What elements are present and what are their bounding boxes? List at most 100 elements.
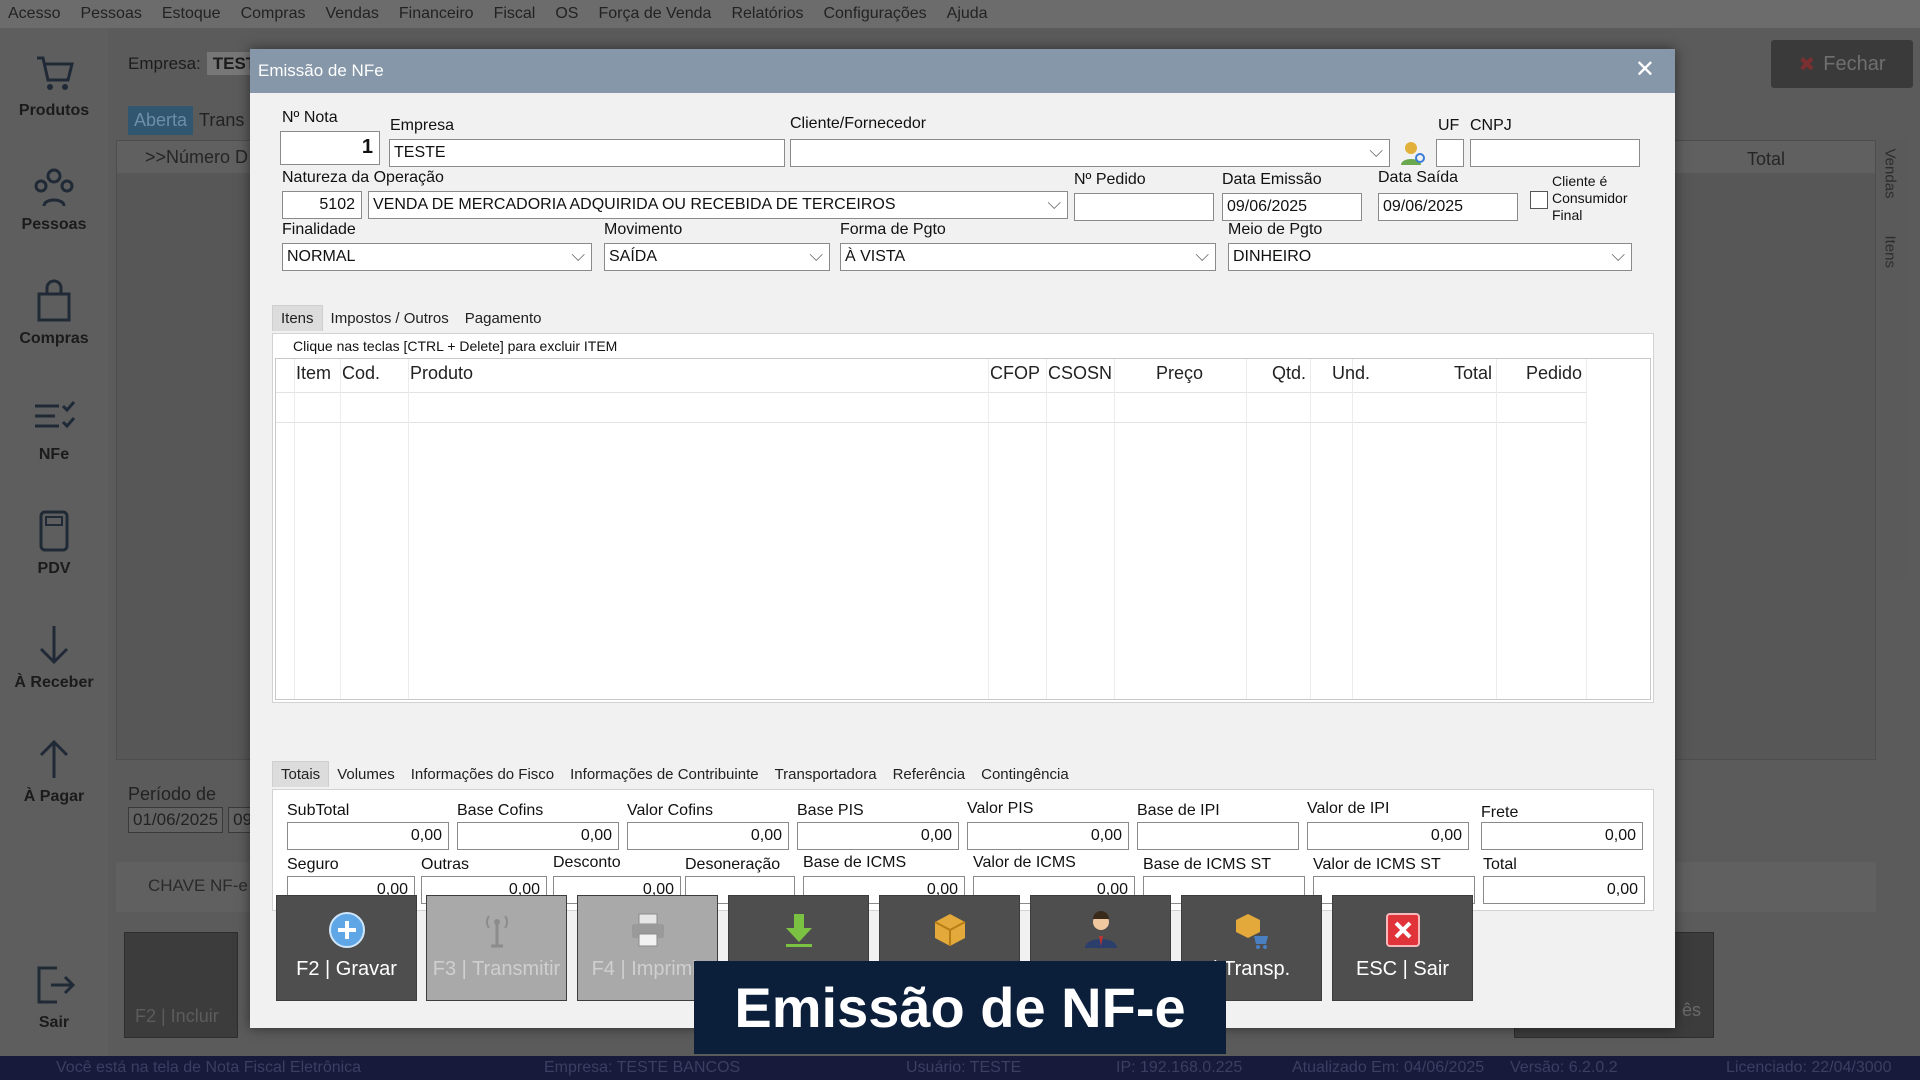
- close-red-icon: [1385, 913, 1420, 947]
- status-licenciado: Licenciado: 22/04/3000: [1726, 1059, 1892, 1076]
- side-tab-itens[interactable]: Itens: [1882, 236, 1899, 272]
- movimento-select[interactable]: SAÍDA: [604, 243, 830, 271]
- person-search-icon[interactable]: [1399, 139, 1427, 167]
- column-header-cfop[interactable]: CFOP: [990, 363, 1040, 384]
- tab-outros[interactable]: / Outros: [393, 306, 456, 331]
- base-ipi-field[interactable]: [1137, 822, 1299, 850]
- frete-field[interactable]: 0,00: [1481, 822, 1643, 850]
- tab-contingencia[interactable]: Contingência: [973, 762, 1077, 787]
- sidebar-item-produtos[interactable]: Produtos: [0, 50, 108, 120]
- menu-financeiro[interactable]: Financeiro: [399, 5, 474, 23]
- totals-panel: SubTotal 0,00 Base Cofins 0,00 Valor Cof…: [272, 789, 1654, 911]
- meio-label: Meio de Pgto: [1228, 221, 1323, 238]
- consumidor-final-checkbox[interactable]: [1530, 191, 1548, 209]
- grid-column-divider: [408, 359, 409, 699]
- consumidor-label-line: Final: [1552, 207, 1583, 223]
- tab-aberta[interactable]: Aberta: [128, 106, 194, 135]
- subtotal-label: SubTotal: [287, 802, 350, 819]
- menu-pessoas[interactable]: Pessoas: [80, 5, 141, 23]
- column-header-item[interactable]: Item: [296, 363, 331, 384]
- items-grid-row[interactable]: [276, 393, 1586, 423]
- nota-field[interactable]: 1: [280, 131, 380, 165]
- transmitir-button[interactable]: F3 | Transmitir: [426, 895, 567, 1001]
- tab-informacoes-fisco[interactable]: Informações do Fisco: [403, 762, 562, 787]
- background-button[interactable]: F2 | Incluir: [124, 932, 238, 1038]
- cnpj-field[interactable]: [1470, 139, 1640, 167]
- sidebar-item-label: NFe: [38, 446, 70, 463]
- meio-pgto-select[interactable]: DINHEIRO: [1228, 243, 1632, 271]
- finalidade-select[interactable]: NORMAL: [282, 243, 592, 271]
- column-header-cod[interactable]: Cod.: [342, 363, 380, 384]
- sidebar-item-nfe[interactable]: NFe: [0, 394, 108, 464]
- natureza-select[interactable]: VENDA DE MERCADORIA ADQUIRIDA OU RECEBID…: [368, 191, 1068, 219]
- menu-fiscal[interactable]: Fiscal: [494, 5, 536, 23]
- gravar-button[interactable]: F2 | Gravar: [276, 895, 417, 1001]
- sidebar: Produtos Pessoas Compras NFe PDV À Receb…: [0, 28, 108, 1056]
- menu-os[interactable]: OS: [555, 5, 578, 23]
- seguro-label: Seguro: [287, 856, 339, 873]
- column-header-total[interactable]: Total: [1454, 363, 1492, 384]
- tab-informacoes-contribuinte[interactable]: Informações de Contribuinte: [562, 762, 766, 787]
- pedido-field[interactable]: [1074, 193, 1214, 221]
- valor-ipi-field[interactable]: 0,00: [1307, 822, 1469, 850]
- subtotal-field[interactable]: 0,00: [287, 822, 449, 850]
- background-tabs: Aberta Trans: [128, 106, 250, 135]
- saida-date-field[interactable]: 09/06/2025: [1378, 193, 1518, 221]
- menu-acesso[interactable]: Acesso: [8, 5, 60, 23]
- tab-transportadora[interactable]: Transportadora: [767, 762, 885, 787]
- cliente-select[interactable]: [790, 139, 1390, 167]
- pos-terminal-icon: [39, 510, 69, 552]
- uf-field[interactable]: [1436, 139, 1464, 167]
- printer-icon: [631, 913, 664, 947]
- side-tab-vendas[interactable]: Vendas: [1882, 149, 1899, 199]
- tab-impostos[interactable]: Impostos: [323, 306, 394, 331]
- emissao-date-field[interactable]: 09/06/2025: [1222, 193, 1362, 221]
- natureza-code-field[interactable]: 5102: [282, 191, 362, 219]
- tab-trans[interactable]: Trans: [193, 106, 250, 135]
- items-grid[interactable]: Item Cod. Produto CFOP CSOSN Preço Qtd. …: [275, 358, 1651, 700]
- menu-configuracoes[interactable]: Configurações: [823, 5, 926, 23]
- sidebar-item-sair[interactable]: Sair: [0, 962, 108, 1032]
- menu-estoque[interactable]: Estoque: [162, 5, 221, 23]
- total-field[interactable]: 0,00: [1483, 876, 1645, 904]
- sidebar-item-pessoas[interactable]: Pessoas: [0, 164, 108, 234]
- sair-button[interactable]: ESC | Sair: [1332, 895, 1473, 1001]
- background-periodo: Período de 01/06/2025 09: [128, 784, 258, 833]
- valor-pis-field[interactable]: 0,00: [967, 822, 1129, 850]
- person-icon: [1084, 911, 1117, 948]
- tab-volumes[interactable]: Volumes: [329, 762, 403, 787]
- sidebar-item-a-pagar[interactable]: À Pagar: [0, 736, 108, 806]
- status-ip: IP: 192.168.0.225: [1116, 1059, 1243, 1076]
- menu-compras[interactable]: Compras: [241, 5, 306, 23]
- base-pis-field[interactable]: 0,00: [797, 822, 959, 850]
- column-header-preco[interactable]: Preço: [1156, 363, 1203, 384]
- column-header-qtd[interactable]: Qtd.: [1272, 363, 1306, 384]
- fechar-button[interactable]: ✖ Fechar: [1771, 40, 1913, 88]
- sidebar-item-label: Pessoas: [21, 216, 87, 233]
- base-cofins-field[interactable]: 0,00: [457, 822, 619, 850]
- tab-itens[interactable]: Itens: [272, 305, 323, 331]
- tab-totais[interactable]: Totais: [272, 761, 330, 787]
- menu-ajuda[interactable]: Ajuda: [947, 5, 988, 23]
- column-header-produto[interactable]: Produto: [410, 363, 473, 384]
- column-header-csosn[interactable]: CSOSN: [1048, 363, 1112, 384]
- sidebar-item-compras[interactable]: Compras: [0, 278, 108, 348]
- finalidade-label: Finalidade: [282, 221, 356, 238]
- menu-forca-de-venda[interactable]: Força de Venda: [598, 5, 711, 23]
- column-header-und[interactable]: Und.: [1332, 363, 1370, 384]
- tab-referencia[interactable]: Referência: [885, 762, 974, 787]
- menu-relatorios[interactable]: Relatórios: [731, 5, 803, 23]
- forma-pgto-select[interactable]: À VISTA: [840, 243, 1216, 271]
- column-header-pedido[interactable]: Pedido: [1526, 363, 1582, 384]
- arrow-up-icon: [39, 739, 69, 778]
- menu-vendas[interactable]: Vendas: [325, 5, 378, 23]
- sidebar-item-pdv[interactable]: PDV: [0, 508, 108, 578]
- close-icon[interactable]: ✕: [1635, 57, 1655, 83]
- periodo-date-field[interactable]: 01/06/2025: [128, 807, 224, 833]
- sidebar-item-a-receber[interactable]: À Receber: [0, 622, 108, 692]
- tab-pagamento[interactable]: Pagamento: [457, 306, 550, 331]
- empresa-field[interactable]: TESTE: [389, 139, 785, 167]
- box-cart-icon: [1235, 914, 1268, 949]
- base-cofins-label: Base Cofins: [457, 802, 544, 819]
- valor-cofins-field[interactable]: 0,00: [627, 822, 789, 850]
